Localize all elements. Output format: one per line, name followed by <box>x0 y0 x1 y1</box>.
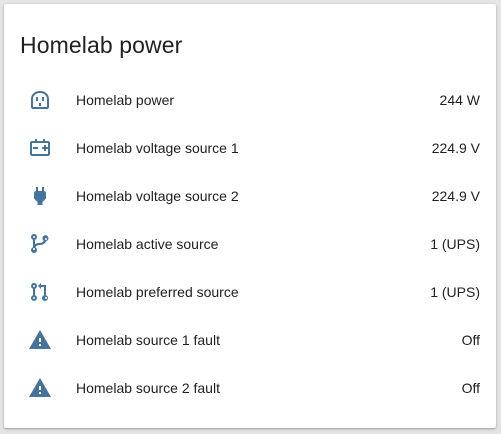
entity-row-homelab-power[interactable]: Homelab power 244 W <box>20 76 480 124</box>
power-plug-icon <box>20 176 60 216</box>
entity-state: 224.9 V <box>431 140 480 156</box>
battery-charging-icon <box>20 128 60 168</box>
entity-state: 1 (UPS) <box>430 284 480 300</box>
entity-name: Homelab active source <box>76 236 219 252</box>
entity-row-source-1-fault[interactable]: Homelab source 1 fault Off <box>20 316 480 364</box>
entity-state: 224.9 V <box>431 188 480 204</box>
entity-state: 244 W <box>439 92 480 108</box>
entity-name: Homelab preferred source <box>76 284 239 300</box>
alert-icon <box>20 320 60 360</box>
source-pull-icon <box>20 272 60 312</box>
power-socket-icon <box>20 80 60 120</box>
entity-row-voltage-source-1[interactable]: Homelab voltage source 1 224.9 V <box>20 124 480 172</box>
entity-state: Off <box>461 380 480 396</box>
entity-row-voltage-source-2[interactable]: Homelab voltage source 2 224.9 V <box>20 172 480 220</box>
entity-state: 1 (UPS) <box>430 236 480 252</box>
card-title: Homelab power <box>20 32 183 58</box>
entity-name: Homelab source 2 fault <box>76 380 220 396</box>
entity-name: Homelab voltage source 2 <box>76 188 239 204</box>
entity-list: Homelab power 244 W Homelab voltage sour… <box>20 76 480 412</box>
entity-state: Off <box>461 332 480 348</box>
entity-row-preferred-source[interactable]: Homelab preferred source 1 (UPS) <box>20 268 480 316</box>
alert-icon <box>20 368 60 408</box>
source-branch-icon <box>20 224 60 264</box>
entity-name: Homelab source 1 fault <box>76 332 220 348</box>
entities-card: Homelab power Homelab power 244 W Homela… <box>4 4 496 428</box>
entity-name: Homelab power <box>76 92 175 108</box>
entity-name: Homelab voltage source 1 <box>76 140 239 156</box>
entity-row-source-2-fault[interactable]: Homelab source 2 fault Off <box>20 364 480 412</box>
entity-row-active-source[interactable]: Homelab active source 1 (UPS) <box>20 220 480 268</box>
